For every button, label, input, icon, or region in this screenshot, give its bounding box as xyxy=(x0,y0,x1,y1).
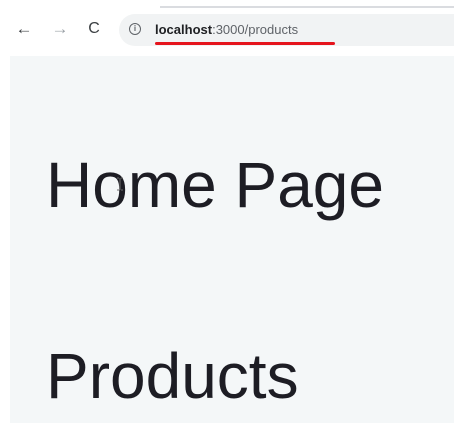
back-arrow-icon[interactable]: ← xyxy=(14,18,34,40)
url-host: localhost xyxy=(155,22,213,37)
url-highlight-underline xyxy=(155,42,335,45)
url-path: :3000/products xyxy=(212,22,299,37)
browser-toolbar: ← → C i localhost:3000/products xyxy=(0,0,454,56)
home-page-heading: Home Page xyxy=(46,149,384,221)
url-text[interactable]: localhost:3000/products xyxy=(155,22,298,38)
site-info-icon[interactable]: i xyxy=(129,23,141,35)
reload-icon[interactable]: C xyxy=(84,18,104,40)
page-viewport: Home Page Products xyxy=(10,56,454,423)
forward-arrow-icon[interactable]: → xyxy=(50,18,70,40)
text-cursor-icon xyxy=(117,177,123,191)
products-heading: Products xyxy=(46,340,299,412)
toolbar-divider xyxy=(160,6,454,8)
browser-window: ← → C i localhost:3000/products Home Pag… xyxy=(0,0,454,423)
